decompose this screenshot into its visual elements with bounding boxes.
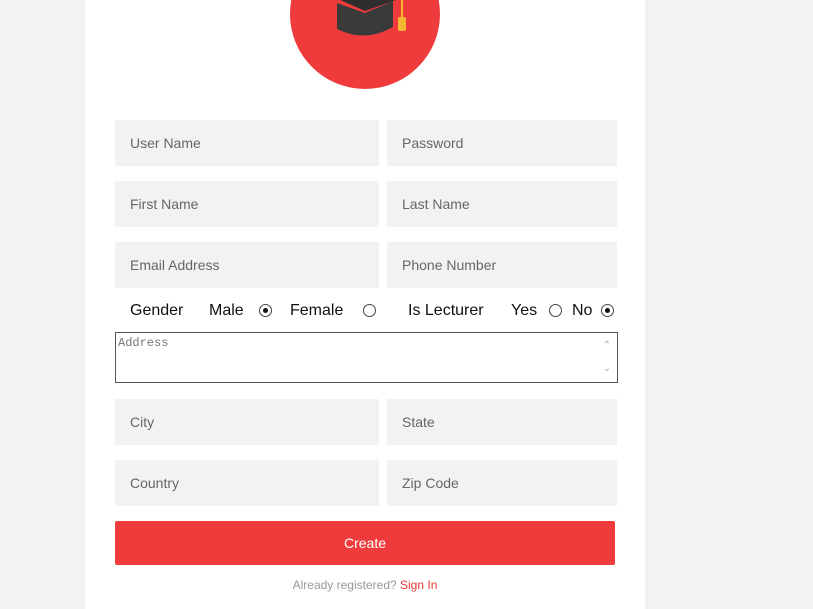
last-name-field[interactable]	[387, 181, 617, 227]
options-row: Gender Male Female Is Lecturer Yes No	[115, 298, 625, 324]
female-radio[interactable]	[363, 304, 376, 317]
registration-card: Gender Male Female Is Lecturer Yes No ⌃ …	[85, 0, 645, 609]
male-label: Male	[209, 302, 244, 319]
signin-prompt: Already registered?	[292, 578, 397, 592]
address-field[interactable]	[115, 332, 618, 383]
male-radio[interactable]	[259, 304, 272, 317]
scroll-up-icon[interactable]: ⌃	[601, 341, 613, 351]
no-label: No	[572, 302, 593, 319]
username-field[interactable]	[115, 120, 379, 166]
email-field[interactable]	[115, 242, 379, 288]
state-field[interactable]	[387, 399, 617, 445]
no-radio[interactable]	[601, 304, 614, 317]
first-name-field[interactable]	[115, 181, 379, 227]
create-button[interactable]: Create	[115, 521, 615, 565]
lecturer-label: Is Lecturer	[408, 302, 484, 319]
phone-field[interactable]	[387, 242, 617, 288]
city-field[interactable]	[115, 399, 379, 445]
signin-line: Already registered? Sign In	[85, 578, 645, 592]
signin-link[interactable]: Sign In	[400, 578, 437, 592]
gender-label: Gender	[130, 302, 184, 319]
female-label: Female	[290, 302, 344, 319]
yes-label: Yes	[511, 302, 538, 319]
zip-code-field[interactable]	[387, 460, 617, 506]
scroll-down-icon[interactable]: ⌄	[601, 364, 613, 374]
yes-radio[interactable]	[549, 304, 562, 317]
country-field[interactable]	[115, 460, 379, 506]
graduation-cap-icon	[337, 0, 406, 36]
logo-circle	[290, 0, 440, 89]
password-field[interactable]	[387, 120, 617, 166]
